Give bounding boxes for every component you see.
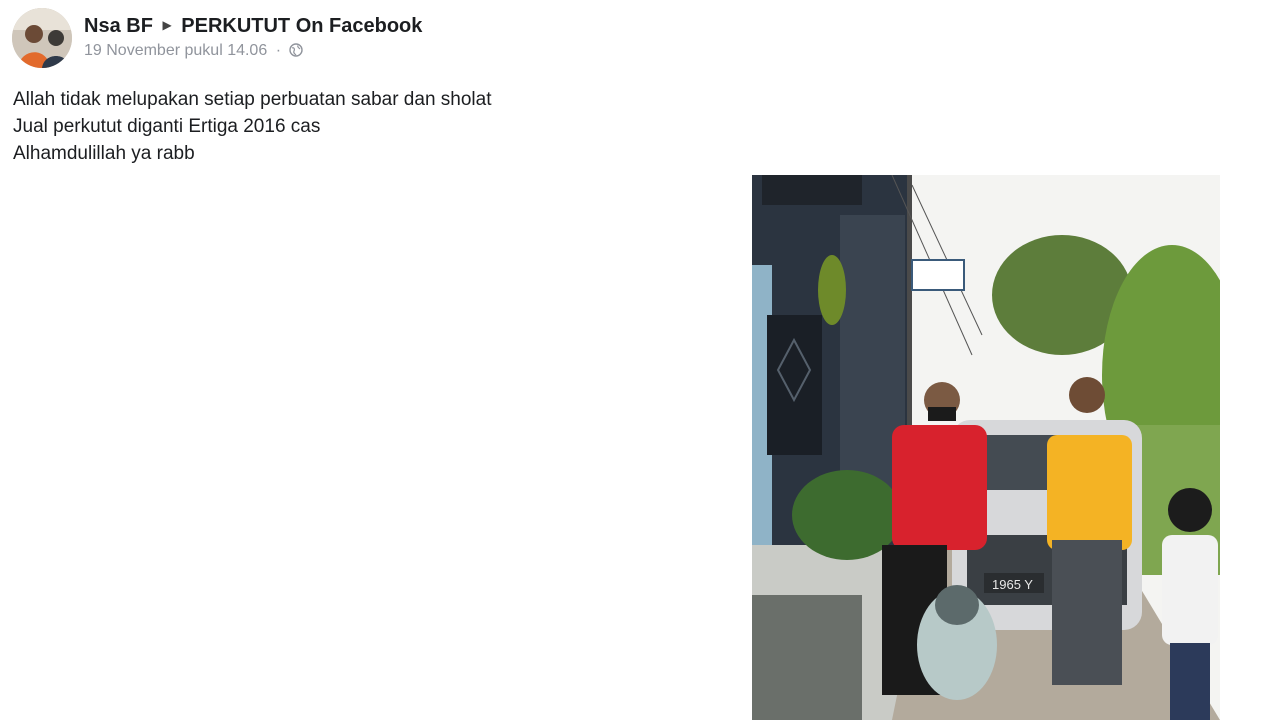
- post-text-line-3: Alhamdulillah ya rabb: [13, 143, 195, 164]
- avatar[interactable]: [12, 8, 72, 68]
- post-timestamp[interactable]: 19 November pukul 14.06: [84, 42, 267, 59]
- post-text-line-1: Allah tidak melupakan setiap perbuatan s…: [13, 89, 492, 110]
- meta-separator: ·: [275, 42, 282, 59]
- post-text: Allah tidak melupakan setiap perbuatan s…: [13, 86, 492, 167]
- post-photo[interactable]: 1965 Y: [752, 175, 1220, 720]
- group-name[interactable]: PERKUTUT On Facebook: [181, 15, 422, 37]
- post-meta: 19 November pukul 14.06 ·: [84, 42, 304, 60]
- caret-right-icon: ▶: [162, 18, 172, 32]
- post-text-line-2: Jual perkutut diganti Ertiga 2016 cas: [13, 116, 321, 137]
- license-plate: 1965 Y: [992, 577, 1033, 592]
- author-name[interactable]: Nsa BF: [84, 15, 153, 37]
- facebook-post: Nsa BF ▶ PERKUTUT On Facebook 19 Novembe…: [0, 0, 1280, 720]
- globe-icon[interactable]: [289, 43, 304, 57]
- post-header: Nsa BF ▶ PERKUTUT On Facebook: [84, 15, 422, 38]
